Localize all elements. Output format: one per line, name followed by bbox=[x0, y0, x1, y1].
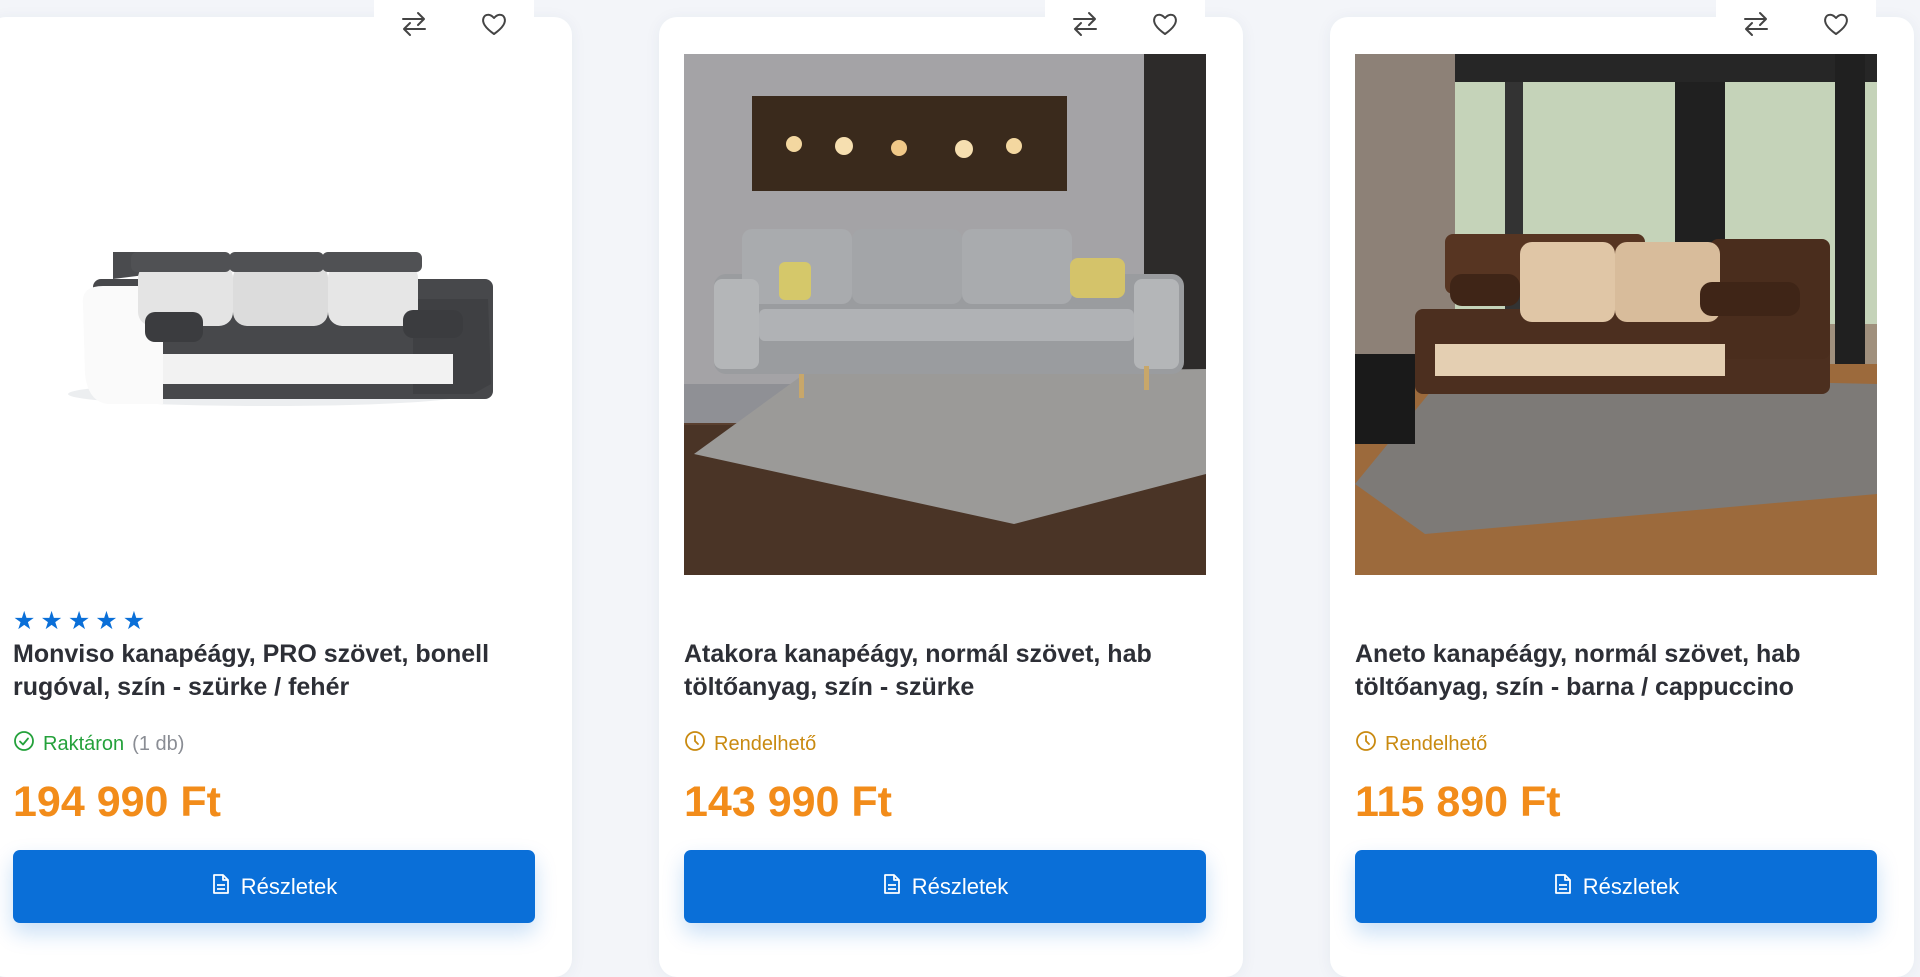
card-tools bbox=[1716, 0, 1876, 48]
compare-icon[interactable] bbox=[1067, 6, 1103, 42]
product-price: 143 990 Ft bbox=[684, 778, 892, 826]
heart-icon[interactable] bbox=[476, 6, 512, 42]
compare-icon[interactable] bbox=[396, 6, 432, 42]
document-icon bbox=[211, 873, 231, 901]
availability-label: Rendelhető bbox=[714, 733, 817, 755]
rating-stars: ★ ★ ★ ★ ★ bbox=[13, 609, 145, 634]
details-button[interactable]: Részletek bbox=[1355, 850, 1877, 923]
heart-icon[interactable] bbox=[1818, 6, 1854, 42]
details-button-label: Részletek bbox=[240, 873, 338, 899]
details-button-label: Részletek bbox=[911, 873, 1009, 899]
availability-label: Rendelhető bbox=[1385, 733, 1488, 755]
document-icon bbox=[1553, 873, 1573, 901]
details-button-label: Részletek bbox=[1582, 873, 1680, 899]
details-button[interactable]: Részletek bbox=[13, 850, 535, 923]
availability: Raktáron (1 db) bbox=[13, 730, 184, 758]
availability: Rendelhető bbox=[1355, 730, 1487, 758]
document-icon bbox=[882, 873, 902, 901]
details-button[interactable]: Részletek bbox=[684, 850, 1206, 923]
star-icon: ★ bbox=[67, 607, 91, 635]
product-price: 115 890 Ft bbox=[1355, 778, 1561, 826]
product-image[interactable] bbox=[684, 54, 1206, 575]
product-title[interactable]: Aneto kanapéágy, normál szövet, hab tölt… bbox=[1355, 638, 1877, 704]
product-title[interactable]: Monviso kanapéágy, PRO szövet, bonell ru… bbox=[13, 638, 535, 704]
availability: Rendelhető bbox=[684, 730, 816, 758]
star-icon: ★ bbox=[13, 607, 36, 635]
heart-icon[interactable] bbox=[1147, 6, 1183, 42]
product-card: Aneto kanapéágy, normál szövet, hab tölt… bbox=[1330, 0, 1914, 977]
star-icon: ★ bbox=[40, 607, 63, 635]
clock-icon bbox=[1355, 730, 1377, 758]
product-card: ★ ★ ★ ★ ★ Monviso kanapéágy, PRO szövet,… bbox=[0, 0, 572, 977]
card-tools bbox=[374, 0, 534, 48]
check-circle-icon bbox=[13, 730, 35, 758]
product-image[interactable] bbox=[1355, 54, 1877, 575]
stock-quantity: (1 db) bbox=[132, 733, 185, 755]
product-image[interactable] bbox=[13, 54, 535, 575]
product-title[interactable]: Atakora kanapéágy, normál szövet, hab tö… bbox=[684, 638, 1206, 704]
product-card: Atakora kanapéágy, normál szövet, hab tö… bbox=[659, 0, 1243, 977]
card-tools bbox=[1045, 0, 1205, 48]
star-icon: ★ bbox=[122, 607, 146, 635]
product-price: 194 990 Ft bbox=[13, 778, 221, 826]
star-icon: ★ bbox=[95, 607, 118, 635]
availability-label: Raktáron bbox=[43, 733, 125, 755]
clock-icon bbox=[684, 730, 706, 758]
compare-icon[interactable] bbox=[1738, 6, 1774, 42]
